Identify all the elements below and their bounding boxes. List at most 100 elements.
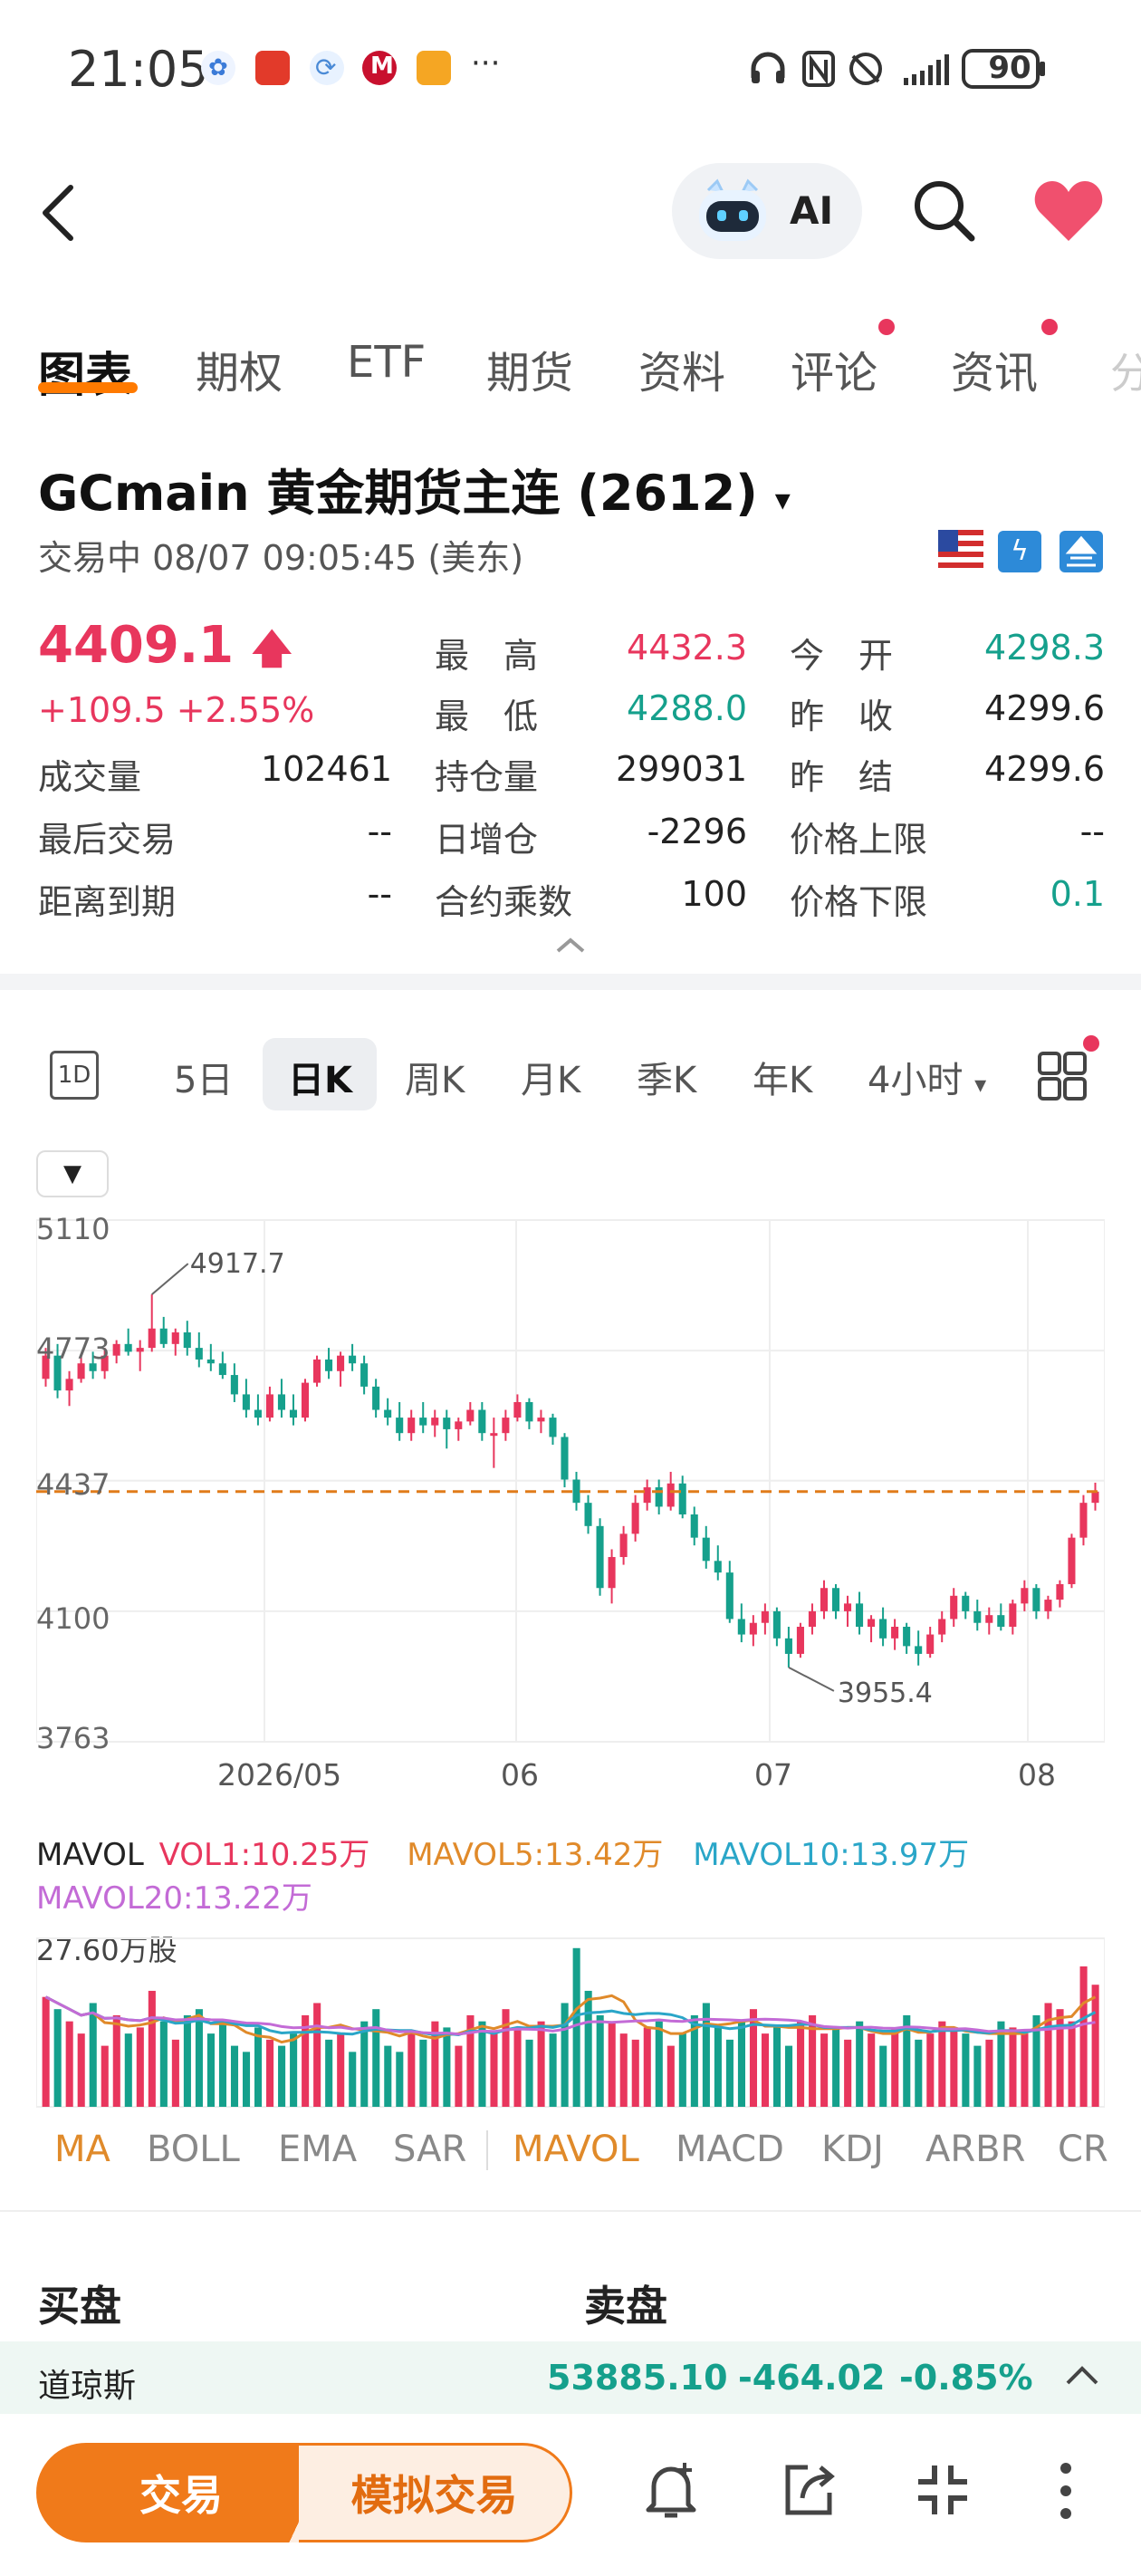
volume-bar	[655, 2021, 663, 2107]
instrument-title[interactable]: GCmain 黄金期货主连 (2612) ▾	[38, 453, 791, 524]
open-label: 今 开	[790, 636, 894, 676]
volume-bar	[53, 2009, 62, 2107]
indicator-macd[interactable]: MACD	[676, 2129, 784, 2170]
period-quarterly-k[interactable]: 季K	[637, 1051, 696, 1103]
candle-body	[1021, 1588, 1029, 1604]
tab-chart[interactable]: 图表	[38, 337, 132, 405]
period-daily-k[interactable]: 日K	[288, 1051, 352, 1103]
layout-grid-icon[interactable]	[1037, 1051, 1088, 1101]
candle-body	[915, 1646, 923, 1654]
section-divider	[0, 974, 1141, 990]
app-notification-icon: ✿	[201, 51, 235, 85]
chart-settings-dropdown[interactable]: ▼	[36, 1150, 109, 1197]
status-time: 21:05	[68, 41, 209, 98]
volume-bar	[171, 2039, 179, 2107]
candle-body	[843, 1603, 852, 1611]
candle-body	[537, 1418, 545, 1422]
volume-bar	[218, 2021, 227, 2107]
tab-comments[interactable]: 评论	[791, 337, 877, 400]
indicator-cr[interactable]: CR	[1058, 2129, 1108, 2170]
tab-options[interactable]: 期权	[196, 337, 283, 400]
volume-bar	[101, 2045, 109, 2107]
share-icon[interactable]	[781, 2462, 837, 2518]
volume-bar	[820, 2033, 829, 2107]
indicator-kdj[interactable]: KDJ	[821, 2129, 884, 2170]
candle-body	[254, 1409, 262, 1418]
indicator-ma[interactable]: MA	[54, 2129, 110, 2170]
volume-bar	[785, 2045, 793, 2107]
candle-body	[513, 1401, 522, 1418]
more-options-icon[interactable]	[1055, 2459, 1077, 2523]
comments-badge-dot	[878, 319, 895, 335]
expand-ticker-icon[interactable]	[1064, 2363, 1100, 2387]
exchange-icon	[1060, 531, 1103, 572]
volume-bar	[973, 2045, 982, 2107]
indicator-sar[interactable]: SAR	[393, 2129, 466, 2170]
volume-bar	[525, 2039, 533, 2107]
period-weekly-k[interactable]: 周K	[405, 1051, 465, 1103]
candle-body	[171, 1332, 179, 1344]
collapse-chevron-icon[interactable]	[554, 935, 587, 955]
indicator-mavol[interactable]: MAVOL	[513, 2129, 639, 2170]
shopping-app-icon	[417, 51, 451, 85]
volume-bar	[490, 2033, 498, 2107]
volume-bar	[302, 2014, 310, 2107]
volume-bar	[549, 2033, 557, 2107]
candle-body	[419, 1418, 427, 1426]
tab-news[interactable]: 资讯	[951, 337, 1038, 400]
index-ticker-bar[interactable]: 道琼斯 53885.10 -464.02 -0.85%	[0, 2341, 1141, 2414]
candle-body	[619, 1533, 628, 1558]
back-icon[interactable]	[33, 177, 87, 249]
period-yearly-k[interactable]: 年K	[753, 1051, 812, 1103]
last-trade-label: 最后交易	[38, 820, 177, 860]
tab-futures[interactable]: 期货	[486, 337, 573, 400]
volume-bar	[455, 2045, 463, 2107]
candle-body	[195, 1348, 203, 1360]
period-5day[interactable]: 5日	[174, 1051, 233, 1103]
ticker-percent: -0.85%	[899, 2358, 1033, 2398]
candle-body	[242, 1394, 250, 1410]
vol1-value: VOL1:10.25万	[158, 1837, 370, 1873]
candle-body	[337, 1355, 345, 1371]
price-alert-bell-icon[interactable]	[643, 2459, 699, 2523]
candle-body	[820, 1588, 829, 1611]
fullscreen-collapse-icon[interactable]	[915, 2462, 971, 2518]
period-monthly-k[interactable]: 月K	[521, 1051, 580, 1103]
high-label: 最 高	[435, 636, 539, 676]
volume-bar	[631, 2039, 639, 2107]
candle-body	[549, 1418, 557, 1437]
search-icon[interactable]	[910, 177, 978, 245]
indicator-arbr[interactable]: ARBR	[925, 2129, 1025, 2170]
indicator-boll[interactable]: BOLL	[147, 2129, 240, 2170]
period-4hour[interactable]: 4小时 ▾	[868, 1051, 986, 1103]
candle-body	[749, 1622, 757, 1635]
volume-chart[interactable]	[36, 1929, 1105, 2110]
low-annotation: 3955.4	[838, 1677, 933, 1709]
candle-body	[690, 1514, 698, 1538]
x-tick: 07	[754, 1757, 792, 1793]
battery-level: 90	[988, 50, 1031, 86]
indicator-divider	[486, 2130, 488, 2170]
candle-body	[950, 1595, 958, 1620]
daily-oi-change-value: -2296	[647, 812, 747, 851]
favorite-heart-icon[interactable]	[1032, 179, 1105, 245]
candle-body	[761, 1610, 769, 1623]
candle-body	[1068, 1537, 1076, 1584]
volume-bar	[159, 2021, 168, 2107]
link-app-icon: ⟳	[310, 51, 344, 85]
ai-assistant-button[interactable]: AI	[672, 163, 862, 259]
tab-etf[interactable]: ETF	[347, 337, 426, 388]
candle-body	[962, 1595, 970, 1611]
trade-button[interactable]: 交易	[36, 2443, 326, 2542]
volume-bar	[915, 2039, 923, 2107]
indicator-ema[interactable]: EMA	[278, 2129, 357, 2170]
simulated-trade-button[interactable]: 模拟交易	[299, 2443, 572, 2542]
tab-profile[interactable]: 资料	[638, 337, 725, 400]
volume-bar	[89, 2003, 97, 2107]
high-annotation: 4917.7	[190, 1248, 285, 1280]
more-notifications-icon: ···	[471, 45, 501, 82]
candle-body	[206, 1359, 215, 1364]
intraday-1d-button[interactable]: 1D	[50, 1051, 99, 1100]
price-lower-limit-label: 价格下限	[790, 882, 928, 922]
candlestick-chart[interactable]: 4917.7 3955.4	[36, 1209, 1105, 1753]
